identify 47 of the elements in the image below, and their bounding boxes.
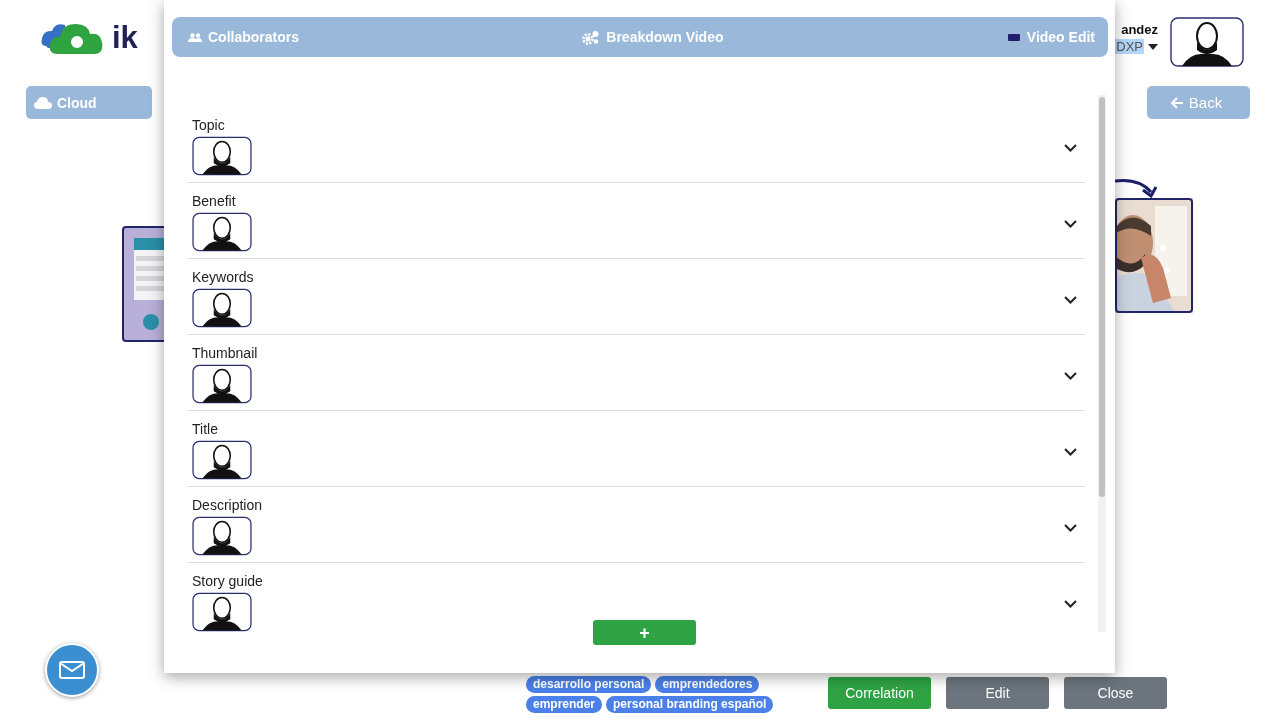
logo-text: ik bbox=[112, 20, 138, 56]
section-label: Keywords bbox=[192, 267, 254, 286]
scrollbar[interactable] bbox=[1098, 95, 1106, 632]
chevron-down-icon[interactable] bbox=[1064, 447, 1077, 456]
action-button[interactable]: Close bbox=[1064, 677, 1167, 709]
section-label: Thumbnail bbox=[192, 343, 258, 362]
section-label: Story guide bbox=[192, 571, 263, 590]
tab[interactable]: Video Edit bbox=[1006, 29, 1095, 45]
tag[interactable]: desarrollo personal bbox=[526, 676, 652, 693]
arrow-left-icon bbox=[1170, 96, 1184, 109]
chevron-down-icon[interactable] bbox=[1064, 523, 1077, 532]
people-icon bbox=[188, 32, 202, 42]
avatar bbox=[192, 591, 252, 632]
user-name: andez bbox=[1121, 22, 1158, 37]
avatar bbox=[192, 135, 252, 176]
section-label: Benefit bbox=[192, 191, 237, 210]
chevron-down-icon[interactable] bbox=[1064, 219, 1077, 228]
section-label: Topic bbox=[192, 115, 226, 134]
screen-icon bbox=[1006, 32, 1021, 42]
action-button[interactable]: Edit bbox=[946, 677, 1049, 709]
avatar bbox=[192, 287, 252, 328]
back-button[interactable]: Back bbox=[1147, 86, 1250, 119]
avatar bbox=[192, 515, 252, 556]
curved-arrow-icon bbox=[1115, 178, 1157, 198]
avatar bbox=[192, 363, 252, 404]
avatar bbox=[192, 439, 252, 480]
tag[interactable]: emprendedores bbox=[655, 676, 760, 693]
tab[interactable]: Breakdown Video bbox=[582, 29, 724, 45]
tag[interactable]: personal branding español bbox=[606, 696, 774, 713]
tab[interactable]: Collaborators bbox=[188, 29, 299, 45]
gears-icon bbox=[582, 29, 601, 45]
section-label: Description bbox=[192, 495, 263, 514]
chevron-down-icon[interactable] bbox=[1064, 295, 1077, 304]
chevron-down-icon[interactable] bbox=[1064, 599, 1077, 608]
user-role[interactable]: DXP bbox=[1115, 39, 1144, 54]
chevron-down-icon[interactable] bbox=[1064, 371, 1077, 380]
tag[interactable]: emprender bbox=[526, 696, 603, 713]
section-label: Title bbox=[192, 419, 219, 438]
avatar bbox=[192, 211, 252, 252]
add-button[interactable]: + bbox=[593, 620, 696, 645]
caret-icon[interactable] bbox=[1148, 43, 1158, 50]
cloud-icon bbox=[34, 96, 52, 109]
cloud-button[interactable]: Cloud bbox=[26, 86, 152, 119]
mail-icon bbox=[59, 661, 85, 679]
mail-button[interactable] bbox=[45, 643, 99, 697]
action-button[interactable]: Correlation bbox=[828, 677, 931, 709]
chevron-down-icon[interactable] bbox=[1064, 143, 1077, 152]
